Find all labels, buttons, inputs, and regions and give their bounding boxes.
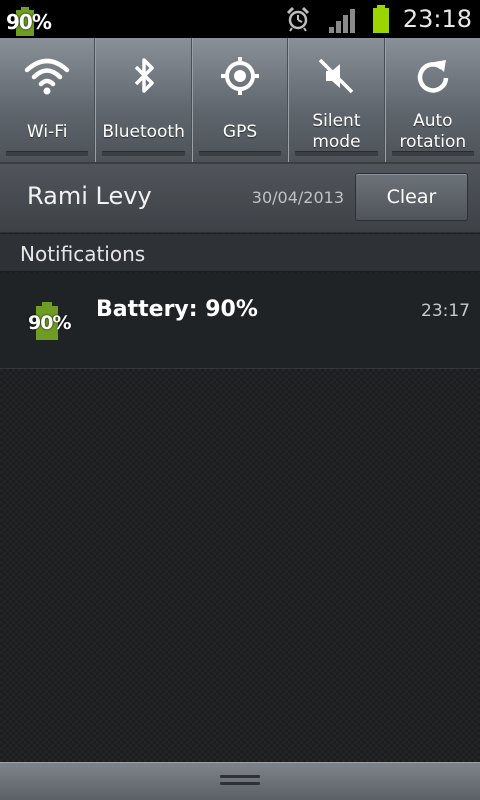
wifi-indicator xyxy=(6,151,89,156)
quick-settings-panel: Wi-Fi Bluetooth GPS Silent mode Auto rot… xyxy=(0,38,480,164)
auto-rotation-label: Auto rotation xyxy=(399,111,467,152)
bluetooth-icon xyxy=(134,58,154,93)
drag-handle-icon xyxy=(220,775,260,789)
bluetooth-toggle[interactable]: Bluetooth xyxy=(95,38,192,162)
auto-rotation-toggle[interactable]: Auto rotation xyxy=(384,38,480,162)
alarm-icon xyxy=(286,6,309,32)
operator-date: 30/04/2013 xyxy=(251,188,344,207)
notification-item[interactable]: 90% Battery: 90% 23:17 xyxy=(0,273,480,369)
battery-icon: 90% xyxy=(6,4,52,36)
status-time: 23:18 xyxy=(402,5,472,33)
gps-label: GPS xyxy=(222,121,258,142)
notifications-header: Notifications xyxy=(0,234,480,272)
wifi-label: Wi-Fi xyxy=(26,121,68,142)
auto-rotation-icon xyxy=(417,60,449,93)
operator-name: Rami Levy xyxy=(27,182,152,210)
clear-button[interactable]: Clear xyxy=(355,173,468,221)
silent-mode-label: Silent mode xyxy=(312,111,361,152)
silent-mode-icon xyxy=(319,58,354,94)
wifi-toggle[interactable]: Wi-Fi xyxy=(0,38,96,162)
gps-toggle[interactable]: GPS xyxy=(191,38,289,162)
signal-icon xyxy=(328,5,359,33)
panel-drag-handle[interactable] xyxy=(0,762,480,800)
auto-rotation-indicator xyxy=(391,151,475,156)
battery-icon: 90% xyxy=(26,301,71,341)
operator-row: Rami Levy 30/04/2013 Clear xyxy=(0,164,480,233)
notification-icon-text: 90% xyxy=(28,312,71,334)
gps-indicator xyxy=(198,151,282,156)
notification-time: 23:17 xyxy=(421,301,470,321)
notification-title: Battery: 90% xyxy=(96,297,258,322)
bluetooth-indicator xyxy=(102,151,185,156)
silent-mode-indicator xyxy=(295,151,378,156)
status-bar: 90% 23:18 xyxy=(0,0,480,38)
bluetooth-label: Bluetooth xyxy=(102,121,185,142)
gps-icon xyxy=(221,57,260,95)
wifi-icon xyxy=(24,58,70,95)
notifications-title: Notifications xyxy=(20,242,146,266)
battery-level-icon xyxy=(372,5,389,33)
battery-percent-text: 90% xyxy=(6,10,52,34)
silent-mode-toggle[interactable]: Silent mode xyxy=(288,38,385,162)
